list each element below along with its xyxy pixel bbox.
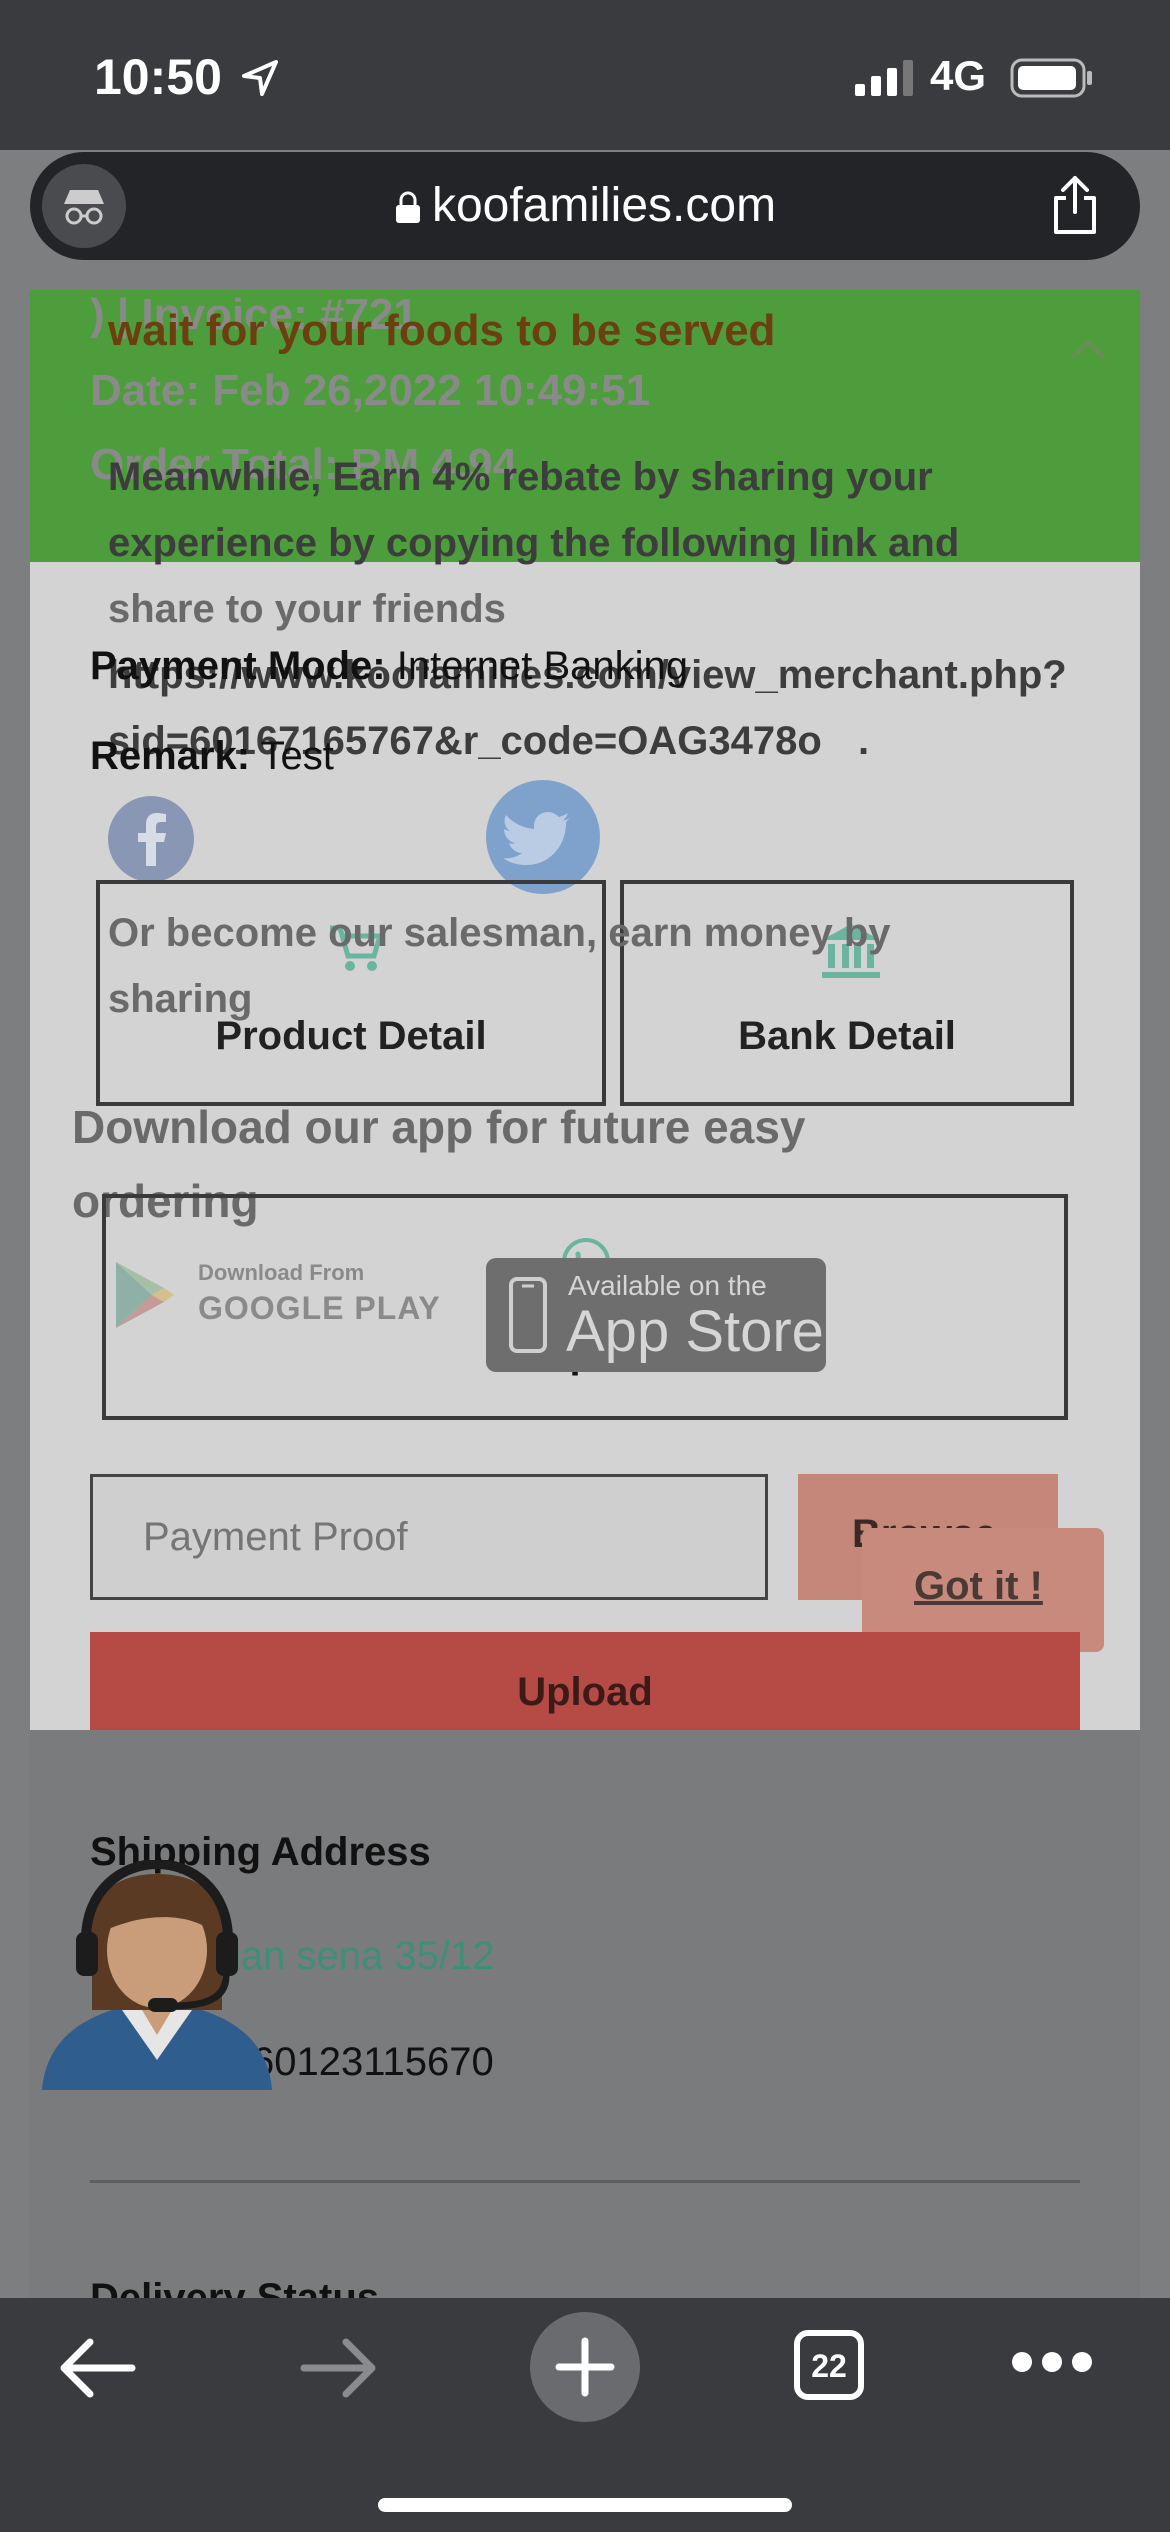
cellular-signal-icon [855,60,913,96]
forward-arrow-icon[interactable] [300,2336,378,2400]
google-play-big: GOOGLE PLAY [198,1290,441,1326]
download-line-1: Download our app for future easy [72,1101,806,1153]
payment-mode-value: Internet Banking [396,644,689,688]
share-line-1: Meanwhile, Earn 4% rebate by sharing you… [108,455,933,499]
more-options-icon[interactable] [1010,2350,1094,2374]
domain-label: koofamilies.com [431,179,777,232]
status-bar: 10:50 4G [0,0,1170,150]
remark-value: Test [260,734,334,778]
served-message: wait for your foods to be served [108,306,776,355]
chevron-up-icon[interactable] [1068,336,1108,362]
google-play-badge[interactable]: Download From GOOGLE PLAY [112,1250,442,1342]
payment-proof-field[interactable] [90,1474,768,1600]
url-text: koofamilies.com [30,178,1140,233]
clock: 10:50 [94,49,222,105]
share-icon[interactable] [1050,174,1100,236]
back-arrow-icon[interactable] [58,2336,136,2400]
payment-proof-input[interactable] [93,1477,743,1597]
battery-icon [1010,58,1092,98]
home-indicator [378,2498,792,2512]
new-tab-button[interactable] [530,2312,640,2422]
google-play-small: Download From [198,1260,365,1285]
tab-count: 22 [811,2348,847,2384]
address-bar[interactable]: koofamilies.com [30,152,1140,260]
got-it-label: Got it ! [914,1564,1043,1608]
web-page: ) | Invoice: #721 Date: Feb 26,2022 10:4… [0,290,1170,2300]
remark-label: Remark: [90,734,251,778]
browser-toolbar: 22 [0,2298,1170,2532]
divider [90,2180,1080,2183]
network-type: 4G [930,52,987,99]
payment-mode-label: Payment Mode: [90,644,386,688]
google-play-icon [116,1262,174,1328]
salesman-line-1: Or become our salesman, earn money by [108,911,891,955]
referral-link-period: . [858,719,870,763]
support-agent-icon[interactable] [42,1860,272,2090]
salesman-line-2: sharing [108,977,253,1021]
date-ghost: Date: Feb 26,2022 10:49:51 [90,366,651,415]
plus-icon [555,2337,615,2397]
shipping-phone: 60123115670 [252,2040,494,2084]
delivery-status-title: Delivery Status [90,2276,380,2300]
remark: Remark: Test [90,734,334,779]
lock-icon [395,191,420,224]
tabs-button[interactable]: 22 [794,2330,864,2400]
app-store-badge[interactable]: Available on the App Store [486,1258,826,1372]
twitter-icon[interactable] [486,780,600,894]
phone-icon [509,1277,547,1353]
payment-mode: Payment Mode: Internet Banking [90,644,688,689]
share-line-3: share to your friends [108,587,506,631]
bank-detail-label: Bank Detail [738,1014,956,1058]
facebook-icon[interactable] [108,796,194,882]
upload-label: Upload [517,1670,653,1714]
location-arrow-icon [242,60,278,96]
share-line-2: experience by copying the following link… [108,521,960,565]
app-store-big: App Store [566,1299,824,1364]
